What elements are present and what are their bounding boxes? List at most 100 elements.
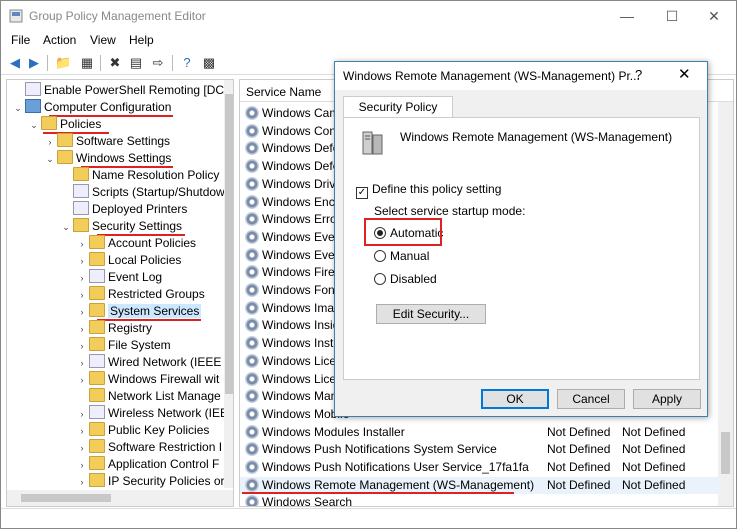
chevron-right-icon[interactable]: › (75, 372, 89, 389)
chevron-down-icon[interactable]: ⌄ (27, 117, 41, 134)
tree-item[interactable]: › File System (75, 337, 171, 354)
menu-file[interactable]: File (11, 33, 30, 47)
tree-item[interactable]: › Account Policies (75, 235, 196, 252)
chevron-right-icon[interactable]: › (75, 338, 89, 355)
dialog-close-button[interactable]: ✕ (678, 65, 691, 83)
up-folder-icon[interactable]: 📁 (55, 55, 71, 71)
tree-item[interactable]: ⌄ Policies (27, 116, 101, 133)
service-gear-icon (245, 265, 259, 280)
tree-item[interactable]: Enable PowerShell Remoting [DC01.ME (11, 82, 233, 99)
radio-manual-button[interactable] (374, 250, 386, 262)
chevron-right-icon[interactable]: › (75, 270, 89, 287)
tree-item[interactable]: ⌄ Security Settings (59, 218, 182, 235)
chevron-down-icon[interactable]: ⌄ (11, 100, 25, 117)
ok-button[interactable]: OK (481, 389, 549, 409)
chevron-right-icon[interactable]: › (75, 406, 89, 423)
tree-item[interactable]: › Wireless Network (IEE (75, 405, 228, 422)
tree-item-label: Event Log (108, 270, 163, 284)
list-scrollbar[interactable] (718, 102, 733, 506)
list-item[interactable]: Windows Push Notifications User Service_… (240, 459, 720, 476)
service-gear-icon (245, 353, 259, 368)
show-hide-tree-icon[interactable]: ▦ (79, 55, 95, 71)
service-gear-icon (245, 477, 259, 492)
chevron-right-icon[interactable]: › (75, 287, 89, 304)
service-gear-icon (245, 283, 259, 297)
tree-item[interactable]: Deployed Printers (59, 201, 187, 218)
back-icon[interactable]: ◀ (7, 55, 23, 71)
column-service-name[interactable]: Service Name (246, 85, 321, 99)
delete-icon[interactable]: ✖ (107, 55, 123, 71)
scrollbar-thumb[interactable] (721, 432, 730, 474)
minimize-button[interactable]: — (604, 5, 650, 27)
tree-pane[interactable]: Enable PowerShell Remoting [DC01.ME⌄Comp… (6, 79, 234, 507)
tree-item[interactable]: ⌄ Computer Configuration (11, 99, 171, 116)
menu-action[interactable]: Action (43, 33, 76, 47)
radio-manual[interactable]: Manual (374, 249, 429, 263)
tree-item[interactable]: › Restricted Groups (75, 286, 205, 303)
export-icon[interactable]: ⇨ (150, 55, 166, 71)
edit-security-button[interactable]: Edit Security... (376, 304, 486, 324)
radio-disabled[interactable]: Disabled (374, 272, 437, 286)
list-item[interactable]: Windows Modules Installer Not Defined Not … (240, 424, 720, 441)
list-item[interactable]: Windows Search (240, 494, 720, 506)
apply-button[interactable]: Apply (633, 389, 701, 409)
permission-value: Not Defined (622, 460, 686, 474)
forward-icon[interactable]: ▶ (26, 55, 42, 71)
tree-horizontal-scrollbar[interactable] (7, 490, 233, 506)
tree-item[interactable]: › Windows Firewall wit (75, 371, 219, 388)
scrollbar-thumb[interactable] (225, 94, 233, 394)
menu-view[interactable]: View (90, 33, 116, 47)
chevron-right-icon[interactable]: › (75, 457, 89, 474)
tree-item[interactable]: › Public Key Policies (75, 422, 209, 439)
tree-item-label: Account Policies (108, 236, 197, 250)
tree-item-label: IP Security Policies or (108, 474, 225, 488)
service-gear-icon (245, 229, 259, 244)
chevron-right-icon[interactable]: › (75, 304, 89, 321)
service-gear-icon (245, 212, 259, 227)
tab-security-policy-setting[interactable]: Security Policy Setting (343, 96, 453, 134)
properties-icon[interactable]: ▤ (128, 55, 144, 71)
menu-help[interactable]: Help (129, 33, 154, 47)
chevron-right-icon[interactable]: › (75, 423, 89, 440)
dialog-help-button[interactable]: ? (635, 67, 642, 82)
tree-item[interactable]: › Event Log (75, 269, 162, 286)
chevron-right-icon[interactable]: › (75, 321, 89, 338)
chevron-right-icon[interactable]: › (75, 236, 89, 253)
define-checkbox[interactable]: ✓ (356, 187, 368, 199)
doc-icon (89, 269, 105, 283)
folder-icon (89, 235, 105, 249)
tree-item[interactable]: › System Services (75, 303, 202, 321)
tree-item[interactable]: Scripts (Startup/Shutdow (59, 184, 225, 201)
tree-item[interactable]: Name Resolution Policy (59, 167, 219, 184)
chevron-right-icon[interactable]: › (75, 253, 89, 270)
tree-item[interactable]: › Wired Network (IEEE (75, 354, 221, 371)
tree-item[interactable]: ⌄ Windows Settings (43, 150, 171, 167)
service-gear-icon (245, 460, 259, 474)
tree-item[interactable]: › Local Policies (75, 252, 181, 269)
tree-scrollbar[interactable] (224, 80, 233, 488)
tree-item[interactable]: › Software Settings (43, 133, 170, 150)
highlight-box (364, 218, 442, 246)
tree-item[interactable]: › Registry (75, 320, 152, 337)
tree-item[interactable]: › Software Restriction I (75, 439, 222, 456)
chevron-right-icon[interactable]: › (75, 474, 89, 491)
chevron-right-icon[interactable]: › (43, 134, 57, 151)
folder-icon (89, 303, 105, 317)
service-gear-icon (245, 318, 259, 333)
maximize-button[interactable]: ☐ (649, 5, 695, 27)
chevron-down-icon[interactable]: ⌄ (43, 151, 57, 168)
radio-disabled-button[interactable] (374, 273, 386, 285)
define-setting-row[interactable]: ✓ Define this policy setting (356, 182, 501, 199)
chevron-down-icon[interactable]: ⌄ (59, 219, 73, 236)
list-item[interactable]: Windows Push Notifications System Servic… (240, 441, 720, 458)
scrollbar-thumb[interactable] (21, 494, 111, 502)
help-icon[interactable]: ? (179, 55, 195, 71)
tree-item[interactable]: › Application Control F (75, 456, 219, 473)
view-icon[interactable]: ▩ (201, 55, 217, 71)
cancel-button[interactable]: Cancel (557, 389, 625, 409)
chevron-right-icon[interactable]: › (75, 440, 89, 457)
tree-item[interactable]: Network List Manage (75, 388, 221, 405)
close-button[interactable]: ✕ (691, 5, 737, 27)
chevron-right-icon[interactable]: › (75, 355, 89, 372)
tree-item[interactable]: › IP Security Policies or (75, 473, 225, 490)
